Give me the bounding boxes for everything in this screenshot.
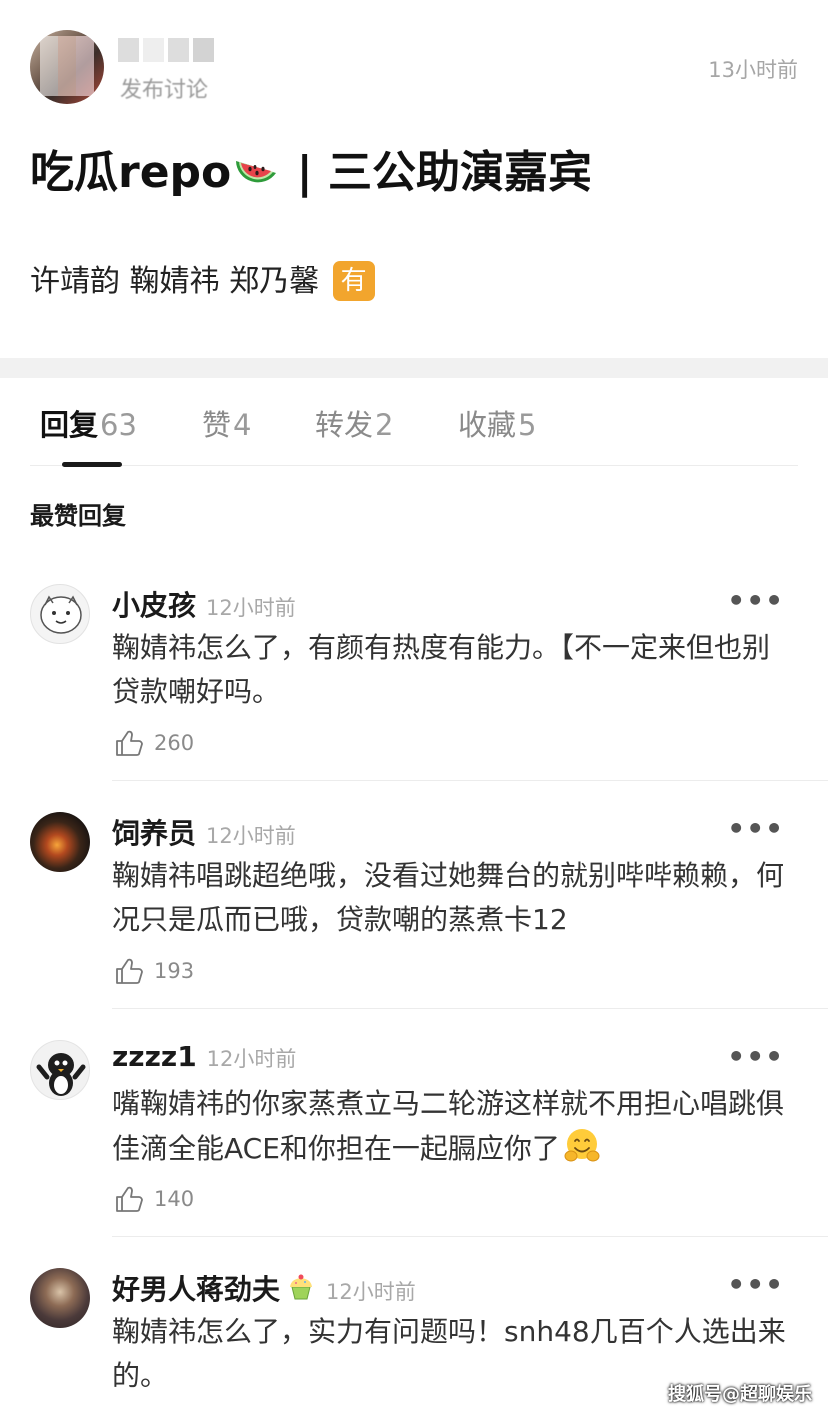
active-tab-indicator [62, 462, 122, 467]
post-timestamp: 13小时前 [708, 58, 798, 82]
tab-favorites-label: 收藏 [458, 408, 517, 442]
you-badge: 有 [332, 261, 375, 301]
comment-author-name: 好男人蒋劲夫 [112, 1273, 281, 1306]
tab-replies-count: 63 [100, 408, 137, 442]
avatar[interactable] [30, 1040, 90, 1100]
tab-reposts-label: 转发 [315, 408, 374, 442]
comment-divider [112, 1236, 828, 1237]
like-count: 193 [154, 959, 195, 983]
post-tabs: 回复63 赞4 转发2 收藏5 [30, 378, 798, 467]
comment-time: 12小时前 [326, 1280, 416, 1304]
comment-author-name: 饲养员 [112, 817, 197, 850]
comment-author[interactable]: zzzz1 12小时前 [112, 1040, 296, 1073]
post-body-text: 许靖韵 鞠婧祎 郑乃馨 [30, 264, 320, 299]
author-name-redacted[interactable] [118, 38, 214, 62]
comment-author-name: zzzz1 [112, 1040, 197, 1073]
post-title-prefix: 吃瓜repo [30, 147, 232, 198]
hugging-face-icon [562, 1126, 602, 1166]
like-button[interactable]: 193 [114, 956, 194, 986]
post-title: 吃瓜repo | 三公助演嘉宾 [30, 136, 592, 200]
like-button[interactable]: 140 [114, 1184, 194, 1214]
tab-favorites-count: 5 [518, 408, 537, 442]
like-button[interactable]: 260 [114, 728, 194, 758]
comment-divider [112, 1008, 828, 1009]
post-title-suffix: | 三公助演嘉宾 [281, 147, 592, 198]
top-replies-heading: 最赞回复 [30, 502, 126, 530]
tab-likes-count: 4 [233, 408, 252, 442]
comment-author-name: 小皮孩 [112, 589, 197, 622]
tab-likes-label: 赞 [202, 408, 232, 442]
tab-replies-label: 回复 [40, 408, 99, 442]
post-action-label: 发布讨论 [120, 78, 209, 103]
more-options-icon[interactable]: ••• [727, 1040, 784, 1073]
source-watermark: 搜狐号@超聊娱乐 [668, 1384, 812, 1405]
avatar[interactable] [30, 584, 90, 644]
more-options-icon[interactable]: ••• [727, 584, 784, 617]
like-count: 260 [154, 731, 195, 755]
comment-divider [112, 780, 828, 781]
avatar[interactable] [30, 1268, 90, 1328]
more-options-icon[interactable]: ••• [727, 812, 784, 845]
avatar[interactable] [30, 812, 90, 872]
tab-replies[interactable]: 回复63 [40, 402, 137, 444]
tab-reposts[interactable]: 转发2 [315, 402, 393, 444]
comment-author[interactable]: 小皮孩 12小时前 [112, 584, 296, 624]
comment-text: 鞠婧祎唱跳超绝哦，没看过她舞台的就别哔哔赖赖，何况只是瓜而已哦，贷款嘲的蒸煮卡1… [112, 859, 785, 936]
post-header: 发布讨论 13小时前 吃瓜repo | 三公助演嘉宾 许靖韵 鞠婧祎 郑乃馨 有 [0, 0, 828, 358]
thumbs-up-icon [116, 958, 143, 984]
section-divider [0, 358, 828, 378]
tab-likes[interactable]: 赞4 [202, 402, 251, 444]
watermelon-icon [233, 147, 279, 193]
comment-text: 鞠婧祎怎么了，有颜有热度有能力。【不一定来但也别贷款嘲好吗。 [112, 631, 771, 708]
comment-time: 12小时前 [206, 596, 296, 620]
comment-text: 嘴鞠婧祎的你家蒸煮立马二轮游这样就不用担心唱跳俱佳滴全能ACE和你担在一起膈应你… [112, 1082, 792, 1171]
comment-author[interactable]: 好男人蒋劲夫 12小时前 [112, 1268, 416, 1308]
like-count: 140 [154, 1187, 195, 1211]
comment-time: 12小时前 [206, 1047, 297, 1071]
comment-author[interactable]: 饲养员 12小时前 [112, 812, 296, 852]
comment-text-content: 嘴鞠婧祎的你家蒸煮立马二轮游这样就不用担心唱跳俱佳滴全能ACE和你担在一起膈应你… [112, 1087, 785, 1165]
thumbs-up-icon [116, 1186, 143, 1212]
tab-favorites[interactable]: 收藏5 [458, 402, 536, 444]
author-avatar[interactable] [30, 30, 104, 104]
cupcake-badge-icon [286, 1272, 316, 1302]
more-options-icon[interactable]: ••• [727, 1268, 784, 1301]
post-body: 许靖韵 鞠婧祎 郑乃馨 有 [30, 256, 375, 301]
tab-reposts-count: 2 [375, 408, 394, 442]
comment-time: 12小时前 [206, 824, 296, 848]
thumbs-up-icon [116, 730, 143, 756]
